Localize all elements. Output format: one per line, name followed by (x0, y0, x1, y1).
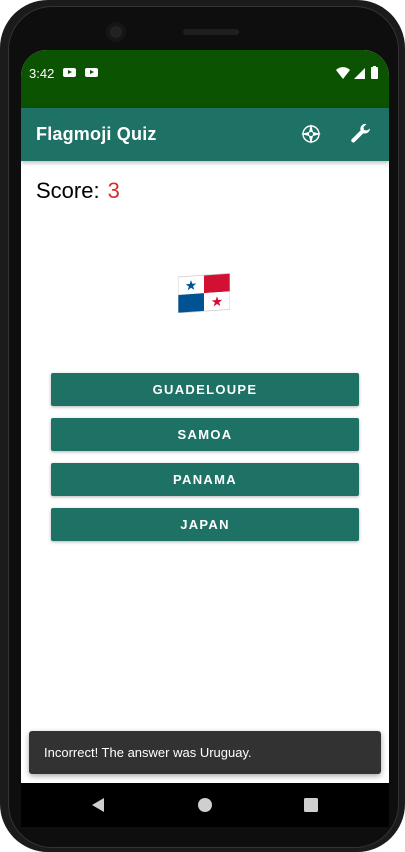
answer-button-panama[interactable]: PANAMA (51, 463, 359, 496)
answer-button-japan[interactable]: JAPAN (51, 508, 359, 541)
status-right-icons (336, 66, 378, 79)
home-icon[interactable] (175, 783, 235, 827)
score-value: 3 (107, 178, 120, 203)
front-camera (106, 22, 126, 42)
snackbar-message: Incorrect! The answer was Uruguay. (44, 745, 252, 760)
answer-button-samoa[interactable]: SAMOA (51, 418, 359, 451)
status-time: 3:42 (29, 66, 55, 81)
compass-icon[interactable] (299, 122, 323, 146)
answer-list: GUADELOUPE SAMOA PANAMA JAPAN (51, 373, 359, 553)
wrench-icon[interactable] (349, 122, 373, 146)
app-bar: Flagmoji Quiz (21, 108, 389, 161)
screen: 3:42 Flagmoji Quiz Score: 3 GUADELOUPE S… (21, 50, 389, 815)
app-title: Flagmoji Quiz (36, 124, 157, 144)
youtube-icon (63, 68, 76, 77)
battery-icon (371, 66, 378, 79)
navigation-bar (21, 783, 389, 827)
panama-flag (178, 273, 230, 313)
phone-frame: 3:42 Flagmoji Quiz Score: 3 GUADELOUPE S… (0, 0, 405, 852)
back-icon[interactable] (68, 783, 128, 827)
recents-icon[interactable] (281, 783, 341, 827)
signal-icon (354, 68, 365, 79)
status-bar: 3:42 (21, 50, 389, 108)
youtube-icon (85, 68, 98, 77)
answer-button-guadeloupe[interactable]: GUADELOUPE (51, 373, 359, 406)
snackbar: Incorrect! The answer was Uruguay. (29, 731, 381, 774)
score-label: Score: (36, 178, 100, 203)
score-row: Score: 3 (36, 178, 120, 204)
earpiece-speaker (183, 29, 239, 35)
wifi-icon (336, 67, 350, 79)
